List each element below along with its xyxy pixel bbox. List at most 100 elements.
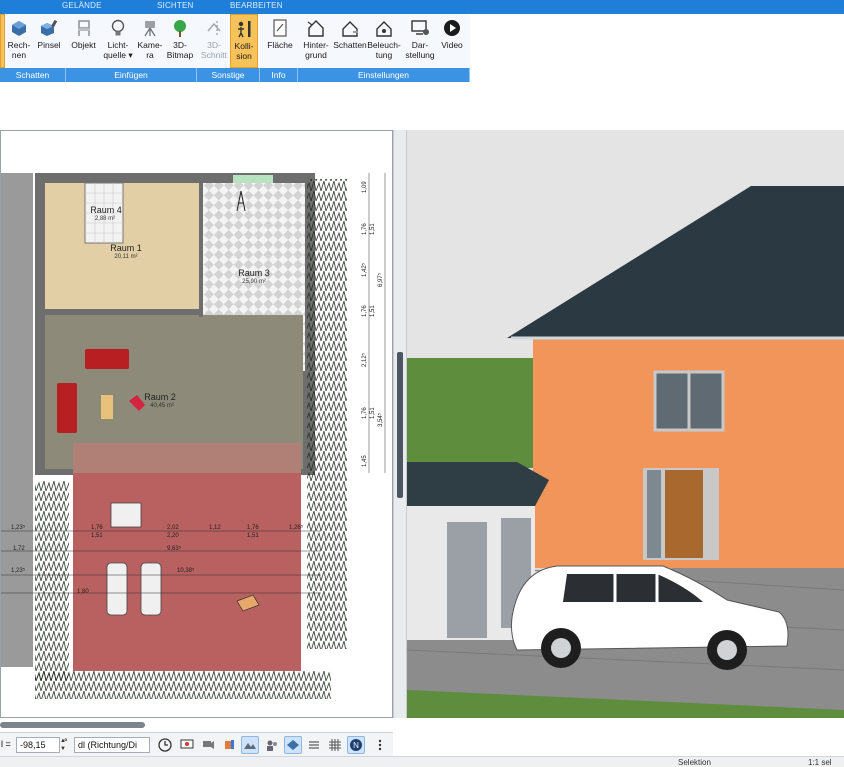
dim-label: 1,51	[247, 533, 259, 539]
dim-label: 1,23⁵	[11, 568, 26, 574]
beleuchtung-label: Beleuch- tung	[367, 40, 401, 60]
dim-label-vertical: 1,51	[370, 305, 376, 317]
room-area-raum4: 2,88 m²	[94, 216, 116, 222]
tab-gelaende[interactable]: GELÄNDE	[62, 1, 102, 10]
section-cut-icon	[203, 17, 225, 39]
grid-icon[interactable]	[326, 736, 344, 754]
bitmap3d-label: 3D- Bitmap	[166, 40, 194, 60]
dim-label-vertical: 1,76	[362, 223, 368, 235]
terrain-view-icon[interactable]	[241, 736, 259, 754]
dim-label-vertical: 3,54⁵	[378, 412, 384, 427]
house-shadow-icon	[339, 17, 361, 39]
tree-icon	[169, 17, 191, 39]
dim-label-vertical: 1,76	[362, 305, 368, 317]
angle-label: l =	[1, 739, 11, 749]
darstellung-label: Dar- stellung	[405, 40, 435, 60]
dim-label: 2,20	[167, 533, 179, 539]
dim-label: 1,51	[91, 533, 103, 539]
flaeche-button[interactable]: Fläche	[264, 14, 296, 68]
dim-label: 1,76	[247, 525, 259, 531]
lichtquelle-label: Licht- quelle ▾	[103, 40, 133, 60]
kamera-label: Kame- ra	[137, 40, 163, 60]
dim-label: 1,80	[77, 589, 89, 595]
schnitt3d-button[interactable]: 3D- Schnitt	[199, 14, 229, 68]
dim-label: 1,72	[13, 546, 25, 552]
bottom-toolbar: l = -98,15 ▲ ▼ ° dl (Richtung/Di N	[0, 732, 393, 756]
clock-icon[interactable]	[156, 736, 174, 754]
angle-unit: °	[64, 737, 68, 747]
status-scale: 1:1 sel	[808, 758, 832, 767]
dim-label-vertical: 1,51	[370, 223, 376, 235]
dim-label: 1,12	[209, 525, 221, 531]
group-schatten: Schatten	[0, 68, 66, 82]
video-label: Video	[441, 40, 463, 50]
dim-label: 10,38⁵	[177, 568, 195, 574]
dim-label: 1,76	[91, 525, 103, 531]
walk-camera-icon[interactable]	[199, 736, 217, 754]
lightbulb-icon	[107, 17, 129, 39]
status-bar: Selektion 1:1 sel	[0, 756, 844, 767]
tab-sichten[interactable]: SICHTEN	[157, 1, 194, 10]
3d-house-render	[407, 130, 844, 718]
dim-label-vertical: 6,97⁵	[378, 272, 384, 287]
cube-calc-icon	[8, 17, 30, 39]
mode-select-value: dl (Richtung/Di	[78, 740, 138, 750]
lichtquelle-button[interactable]: Licht- quelle ▾	[101, 14, 135, 68]
north-arrow-icon[interactable]: N	[347, 736, 365, 754]
bitmap3d-button[interactable]: 3D- Bitmap	[165, 14, 195, 68]
monitor-settings-icon	[409, 17, 431, 39]
group-einfuegen: Einfügen	[66, 68, 197, 82]
ribbon: Rech- nen Pinsel Objekt Licht- quelle ▾	[0, 14, 470, 82]
video-button[interactable]: Video	[437, 14, 467, 68]
more-options-icon[interactable]	[371, 736, 389, 754]
pinsel-button[interactable]: Pinsel	[34, 14, 64, 68]
sheet-stack-icon[interactable]	[305, 736, 323, 754]
presentation-icon[interactable]	[178, 736, 196, 754]
darstellung-button[interactable]: Dar- stellung	[404, 14, 436, 68]
angle-input[interactable]: -98,15	[16, 737, 60, 753]
kollision-button[interactable]: Kolli- sion	[230, 14, 258, 68]
people-icon[interactable]	[263, 736, 281, 754]
room-label-raum1: Raum 1	[110, 243, 142, 253]
beleuchtung-button[interactable]: Beleuch- tung	[367, 14, 401, 68]
tab-bearbeiten[interactable]: BEARBEITEN	[230, 1, 283, 10]
dim-label-vertical: 1,45	[362, 455, 368, 467]
horizontal-scrollbar[interactable]	[0, 722, 145, 728]
room-label-raum2: Raum 2	[144, 392, 176, 402]
play-icon	[441, 17, 463, 39]
floor-plan-drawing	[1, 173, 386, 699]
room-label-raum4: Raum 4	[90, 205, 122, 215]
house-background-icon	[305, 17, 327, 39]
hintergrund-button[interactable]: Hinter- grund	[299, 14, 333, 68]
view-splitter[interactable]	[393, 130, 407, 718]
kollision-label: Kolli- sion	[234, 41, 254, 61]
room-label-raum3: Raum 3	[238, 268, 270, 278]
objekt-button[interactable]: Objekt	[68, 14, 99, 68]
layer-plane-icon[interactable]	[284, 736, 302, 754]
dim-label-vertical: 1,76	[362, 407, 368, 419]
pinsel-label: Pinsel	[37, 40, 61, 50]
rechnen-label: Rech- nen	[7, 40, 31, 60]
mode-select[interactable]: dl (Richtung/Di	[74, 737, 150, 753]
rechnen-button[interactable]: Rech- nen	[5, 14, 33, 68]
schatten-button[interactable]: Schatten	[333, 14, 367, 68]
camera-tripod-icon	[139, 17, 161, 39]
person-collision-icon	[233, 18, 255, 40]
area-document-icon	[269, 17, 291, 39]
dim-label-vertical: 1,09	[362, 181, 368, 193]
room-area-raum3: 25,90 m²	[242, 279, 266, 285]
status-mode: Selektion	[678, 758, 711, 767]
splitter-grip[interactable]	[397, 352, 403, 498]
kamera-button[interactable]: Kame- ra	[136, 14, 164, 68]
schnitt3d-label: 3D- Schnitt	[201, 40, 227, 60]
dim-label-vertical: 1,51	[370, 407, 376, 419]
dim-label-vertical: 1,42⁵	[362, 262, 368, 277]
brush-cube-icon	[38, 17, 60, 39]
group-einstellungen: Einstellungen	[298, 68, 470, 82]
schatten-label: Schatten	[333, 40, 367, 50]
3d-view[interactable]	[407, 130, 844, 718]
dim-label: 2,02	[167, 525, 179, 531]
paint-bucket-icon[interactable]	[220, 736, 238, 754]
floor-plan-view[interactable]: Raum 4 2,88 m² Raum 1 20,11 m² Raum 3 25…	[0, 130, 393, 718]
chair-icon	[73, 17, 95, 39]
